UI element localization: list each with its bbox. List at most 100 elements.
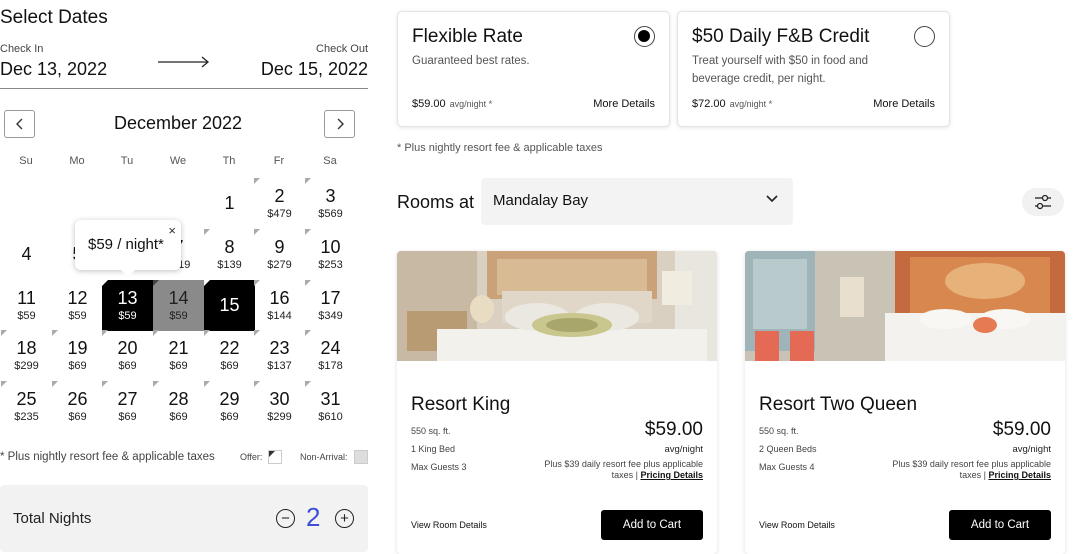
view-room-details-link[interactable]: View Room Details (759, 520, 835, 530)
add-to-cart-button[interactable]: Add to Cart (949, 510, 1051, 540)
calendar-day[interactable]: 14 $59 (153, 280, 204, 331)
add-to-cart-button[interactable]: Add to Cart (601, 510, 703, 540)
offer-card-flexible-rate[interactable]: Flexible Rate Guaranteed best rates. $59… (397, 11, 670, 127)
weekday-label: Sa (323, 155, 337, 167)
day-price: $59 (17, 310, 36, 322)
calendar-day[interactable]: 2 $479 (254, 178, 305, 229)
calendar-day[interactable]: 17 $349 (305, 280, 356, 331)
offer-title: Flexible Rate (412, 26, 523, 47)
check-out-date[interactable]: Dec 15, 2022 (261, 59, 368, 80)
room-beds: 2 Queen Beds (759, 444, 817, 454)
calendar-day[interactable]: 29 $69 (204, 381, 255, 432)
decrement-nights-button[interactable]: − (276, 509, 295, 528)
offer-corner-marker (305, 330, 311, 336)
calendar-day[interactable]: 3 $569 (305, 178, 356, 229)
day-price: $59 (169, 310, 188, 322)
calendar-footnote: * Plus nightly resort fee & applicable t… (0, 451, 215, 463)
room-max-guests: Max Guests 3 (411, 462, 467, 472)
offer-radio[interactable] (914, 26, 935, 47)
prev-month-button[interactable] (4, 110, 35, 138)
calendar-day[interactable]: 9 $279 (254, 229, 305, 280)
check-out-label: Check Out (316, 43, 368, 55)
filter-button[interactable] (1022, 188, 1064, 216)
day-number: 2 (274, 186, 285, 206)
offer-corner-marker (305, 381, 311, 387)
increment-nights-button[interactable]: + (335, 509, 354, 528)
day-number: 30 (269, 389, 290, 409)
day-number: 22 (219, 338, 240, 358)
day-number: 12 (67, 288, 88, 308)
day-number: 18 (16, 338, 37, 358)
weekday-label: Tu (120, 155, 134, 167)
calendar-day[interactable]: 19 $69 (52, 330, 103, 381)
calendar-day[interactable]: 11 $59 (1, 280, 52, 331)
offer-corner-marker (204, 330, 210, 336)
calendar-day[interactable]: 15 (204, 280, 255, 331)
page-title: Select Dates (0, 7, 108, 28)
sliders-icon (1035, 194, 1051, 210)
offer-corner-marker (254, 229, 260, 235)
calendar-day[interactable]: 28 $69 (153, 381, 204, 432)
room-card-resort-king: Resort King 550 sq. ft. 1 King Bed Max G… (397, 251, 717, 554)
offer-corner-marker (204, 381, 210, 387)
room-price-unit: avg/night (1012, 444, 1051, 455)
offer-more-details-link[interactable]: More Details (593, 98, 655, 110)
offer-corner-marker (153, 280, 159, 286)
offer-card-fb-credit[interactable]: $50 Daily F&B Credit Treat yourself with… (677, 11, 950, 127)
day-price: $479 (267, 208, 292, 220)
view-room-details-link[interactable]: View Room Details (411, 520, 487, 530)
day-price: $253 (318, 259, 343, 271)
calendar-day[interactable]: 26 $69 (52, 381, 103, 432)
close-icon[interactable]: × (168, 223, 176, 238)
check-in-date[interactable]: Dec 13, 2022 (0, 59, 107, 80)
offer-corner-marker (305, 280, 311, 286)
day-price: $137 (267, 360, 292, 372)
room-name: Resort Two Queen (759, 394, 918, 415)
offer-corner-marker (254, 330, 260, 336)
calendar-day[interactable]: 18 $299 (1, 330, 52, 381)
offer-radio-selected[interactable] (634, 26, 655, 47)
calendar-day[interactable]: 13 $59 (102, 280, 153, 331)
weekday-label: We (169, 155, 187, 167)
calendar-day[interactable]: 4 (1, 229, 52, 280)
offer-corner-marker (254, 381, 260, 387)
arrow-right-icon (158, 56, 210, 68)
date-selector-panel: Select Dates Check In Dec 13, 2022 Check… (0, 0, 380, 554)
calendar-day[interactable]: 21 $69 (153, 330, 204, 381)
pricing-details-link[interactable]: Pricing Details (640, 470, 703, 480)
calendar-day[interactable]: 20 $69 (102, 330, 153, 381)
calendar-month-title: December 2022 (113, 113, 243, 133)
calendar-day[interactable]: 10 $253 (305, 229, 356, 280)
day-price: $610 (318, 411, 343, 423)
offer-more-details-link[interactable]: More Details (873, 98, 935, 110)
day-number: 28 (168, 389, 189, 409)
offer-price-value: $72.00 (692, 98, 726, 110)
calendar-day[interactable]: 25 $235 (1, 381, 52, 432)
calendar-day[interactable]: 23 $137 (254, 330, 305, 381)
hotel-select[interactable]: Mandalay Bay (481, 178, 793, 225)
room-max-guests: Max Guests 4 (759, 462, 815, 472)
calendar-day[interactable]: 31 $610 (305, 381, 356, 432)
pricing-details-link[interactable]: Pricing Details (988, 470, 1051, 480)
calendar-day[interactable]: 24 $178 (305, 330, 356, 381)
room-photo[interactable] (745, 251, 1065, 379)
offer-price-unit: avg/night * (729, 99, 773, 109)
price-tooltip: $59 / night* × (75, 220, 181, 277)
room-price-unit: avg/night (664, 444, 703, 455)
calendar-day[interactable]: 8 $139 (204, 229, 255, 280)
room-photo[interactable] (397, 251, 717, 379)
day-number: 8 (224, 237, 235, 257)
day-number: 16 (269, 288, 290, 308)
calendar-day[interactable]: 12 $59 (52, 280, 103, 331)
offer-corner-marker (305, 178, 311, 184)
weekday-label: Fr (273, 155, 285, 167)
legend-offer-swatch (268, 450, 282, 464)
total-nights-label: Total Nights (13, 510, 92, 527)
calendar-day[interactable]: 22 $69 (204, 330, 255, 381)
calendar-day[interactable]: 30 $299 (254, 381, 305, 432)
calendar-day[interactable]: 27 $69 (102, 381, 153, 432)
calendar-day[interactable]: 16 $144 (254, 280, 305, 331)
room-beds: 1 King Bed (411, 444, 456, 454)
next-month-button[interactable] (324, 110, 355, 138)
calendar-day[interactable]: 1 (204, 178, 255, 229)
